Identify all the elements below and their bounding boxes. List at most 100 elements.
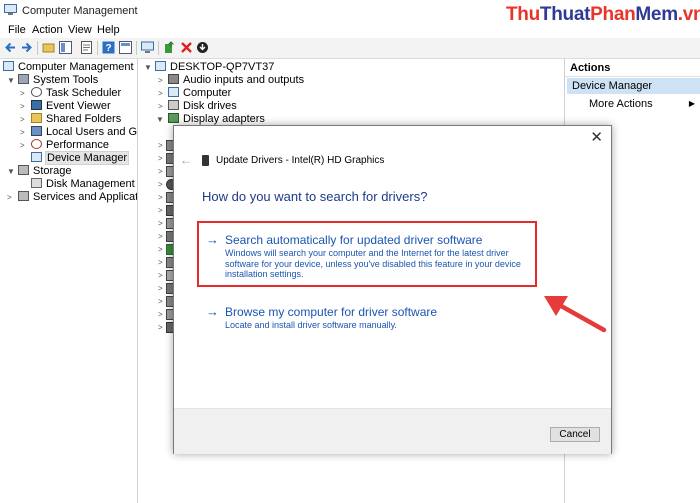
more-actions-link[interactable]: More Actions — [589, 97, 653, 111]
tree-item-task-scheduler[interactable]: Task Scheduler — [31, 87, 121, 100]
services-icon — [18, 191, 29, 201]
chevron-right-icon[interactable]: > — [158, 321, 163, 334]
chevron-right-icon[interactable]: > — [158, 87, 163, 100]
chevron-right-icon[interactable]: > — [158, 243, 163, 256]
speaker-icon — [168, 74, 179, 84]
chevron-right-icon[interactable]: > — [20, 113, 25, 126]
folder-up-icon[interactable] — [42, 41, 55, 54]
storage-icon — [18, 165, 29, 175]
toolbar-separator — [136, 41, 137, 55]
chevron-right-icon[interactable]: > — [158, 256, 163, 269]
device-audio[interactable]: Audio inputs and outputs — [168, 74, 304, 87]
console-tree: Computer Management (Local ▼ System Tool… — [0, 59, 138, 503]
chevron-right-icon[interactable]: > — [158, 217, 163, 230]
dialog-title: Update Drivers - Intel(R) HD Graphics — [216, 155, 385, 166]
help-icon[interactable]: ? — [102, 41, 115, 54]
chevron-right-icon[interactable]: > — [158, 308, 163, 321]
svg-text:?: ? — [105, 43, 111, 54]
chevron-right-icon[interactable]: > — [158, 269, 163, 282]
chevron-right-icon[interactable]: > — [158, 191, 163, 204]
performance-icon — [31, 139, 42, 149]
tree-item-device-manager[interactable]: Device Manager — [31, 151, 130, 165]
menu-action[interactable]: Action — [32, 24, 63, 36]
back-arrow-icon[interactable] — [4, 41, 17, 54]
disk-drive-icon — [168, 100, 179, 110]
uninstall-x-icon[interactable] — [180, 41, 193, 54]
show-hide-tree-icon[interactable] — [59, 41, 72, 54]
chevron-right-icon[interactable]: > — [20, 126, 25, 139]
menu-help[interactable]: Help — [97, 24, 120, 36]
chevron-right-icon[interactable]: > — [158, 74, 163, 87]
properties-icon[interactable] — [80, 41, 93, 54]
chevron-right-icon[interactable]: > — [158, 230, 163, 243]
event-viewer-icon — [31, 100, 42, 110]
cancel-button[interactable]: Cancel — [550, 427, 600, 442]
actions-header: Actions — [565, 59, 700, 77]
device-icon — [202, 155, 209, 166]
toolbox-icon — [18, 74, 29, 84]
chevron-right-icon[interactable]: > — [20, 100, 25, 113]
device-computer[interactable]: Computer — [168, 87, 231, 100]
tree-item-system-tools[interactable]: System Tools — [18, 74, 98, 87]
download-icon[interactable] — [196, 41, 209, 54]
tree-item-storage[interactable]: Storage — [18, 165, 72, 178]
menu-file[interactable]: File — [8, 24, 26, 36]
device-computer-root[interactable]: DESKTOP-QP7VT37 — [155, 61, 274, 74]
monitor-icon — [168, 87, 179, 97]
chevron-right-icon[interactable]: > — [158, 152, 163, 165]
chevron-right-icon[interactable]: > — [158, 178, 163, 191]
device-disk-drives[interactable]: Disk drives — [168, 100, 237, 113]
red-pointer-arrow-icon — [544, 296, 607, 333]
dialog-footer: Cancel — [174, 408, 611, 454]
toolbar-separator — [158, 41, 159, 55]
tree-item-shared-folders[interactable]: Shared Folders — [31, 113, 121, 126]
toolbar-separator — [37, 41, 38, 55]
chevron-down-icon[interactable]: ▼ — [144, 61, 152, 74]
chevron-down-icon[interactable]: ▼ — [156, 113, 164, 126]
disk-icon — [31, 178, 42, 188]
chevron-right-icon[interactable]: > — [158, 165, 163, 178]
option-description: Locate and install driver software manua… — [225, 320, 397, 330]
toolbar-separator — [97, 41, 98, 55]
tree-item-performance[interactable]: Performance — [31, 139, 109, 152]
computer-management-icon — [4, 4, 17, 15]
tree-item-local-users[interactable]: Local Users and Groups — [31, 126, 137, 139]
window-title: Computer Management — [22, 5, 138, 17]
chevron-right-icon[interactable]: > — [7, 191, 12, 204]
tree-item-root[interactable]: Computer Management (Local — [3, 61, 137, 74]
chevron-down-icon[interactable]: ▼ — [7, 74, 15, 87]
monitor-icon[interactable] — [141, 41, 154, 54]
triangle-right-icon[interactable]: ▶ — [689, 97, 695, 111]
chevron-right-icon[interactable]: > — [158, 204, 163, 217]
tree-item-services[interactable]: Services and Applications — [18, 191, 137, 204]
chevron-right-icon[interactable]: > — [158, 295, 163, 308]
toolbar: ? — [0, 38, 700, 59]
chevron-right-icon[interactable]: > — [158, 282, 163, 295]
tree-item-event-viewer[interactable]: Event Viewer — [31, 100, 111, 113]
tree-item-disk-management[interactable]: Disk Management — [31, 178, 135, 191]
back-arrow-icon[interactable]: ← — [180, 153, 192, 167]
arrow-right-icon: → — [206, 304, 219, 319]
computer-icon — [3, 61, 14, 71]
actions-device-manager[interactable]: Device Manager — [567, 78, 700, 94]
device-manager-icon — [31, 152, 42, 162]
chevron-down-icon[interactable]: ▼ — [7, 165, 15, 178]
menu-bar: File Action View Help — [0, 22, 700, 38]
view-icon[interactable] — [119, 41, 132, 54]
clock-icon — [31, 87, 42, 97]
update-driver-icon[interactable] — [163, 41, 176, 54]
close-icon[interactable]: ✕ — [590, 130, 603, 146]
folder-icon — [31, 113, 42, 123]
browse-computer-option[interactable]: → Browse my computer for driver software… — [202, 304, 552, 333]
chevron-right-icon[interactable]: > — [158, 139, 163, 152]
chevron-right-icon[interactable]: > — [158, 100, 163, 113]
menu-view[interactable]: View — [68, 24, 92, 36]
option-title: Browse my computer for driver software — [225, 305, 438, 319]
highlight-box — [197, 221, 537, 287]
chevron-right-icon[interactable]: > — [20, 139, 25, 152]
display-adapter-icon — [168, 113, 179, 123]
computer-icon — [155, 61, 166, 71]
forward-arrow-icon[interactable] — [20, 41, 33, 54]
dialog-question: How do you want to search for drivers? — [202, 189, 428, 204]
chevron-right-icon[interactable]: > — [20, 87, 25, 100]
